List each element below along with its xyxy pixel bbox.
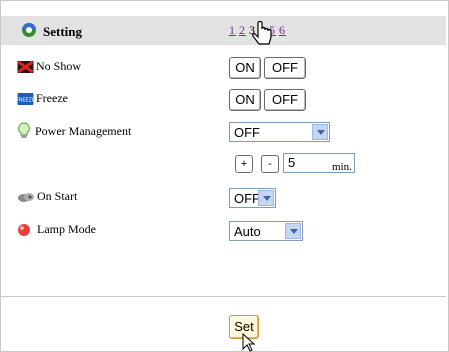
chevron-down-icon <box>285 223 301 239</box>
no-show-label: No Show <box>36 59 82 73</box>
settings-panel <box>0 0 449 352</box>
no-show-row-label: No Show <box>17 59 81 74</box>
no-show-icon <box>17 60 34 73</box>
on-start-row-label: On Start <box>17 189 77 204</box>
page-link-6[interactable]: 6 <box>279 23 286 37</box>
on-start-value: OFF <box>234 191 260 206</box>
on-start-icon <box>18 192 34 202</box>
minutes-increment-button[interactable]: + <box>235 155 253 173</box>
power-management-row-label: Power Management <box>17 122 131 140</box>
no-show-off-button[interactable]: OFF <box>264 57 306 79</box>
arrow-cursor-icon <box>242 333 256 352</box>
freeze-row-label: FREEZE Freeze <box>17 91 68 106</box>
chevron-down-icon <box>258 190 274 206</box>
hand-cursor-icon <box>252 21 272 45</box>
on-start-label: On Start <box>37 189 78 203</box>
minutes-decrement-button[interactable]: - <box>261 155 279 173</box>
freeze-on-button[interactable]: ON <box>229 89 261 111</box>
setting-icon <box>22 23 36 37</box>
divider <box>1 296 446 297</box>
lamp-mode-value: Auto <box>234 224 261 239</box>
minutes-unit: min. <box>332 161 352 173</box>
freeze-icon: FREEZE <box>17 92 34 105</box>
freeze-label: Freeze <box>36 91 68 105</box>
page-title: Setting <box>43 24 82 39</box>
no-show-on-button[interactable]: ON <box>229 57 261 79</box>
lamp-mode-row-label: Lamp Mode <box>17 222 96 237</box>
lightbulb-icon <box>18 122 30 138</box>
lamp-icon <box>18 223 30 236</box>
power-management-label: Power Management <box>35 123 132 138</box>
lamp-mode-label: Lamp Mode <box>37 222 96 236</box>
lamp-mode-select[interactable]: Auto <box>229 221 303 241</box>
page-link-2[interactable]: 2 <box>239 23 246 37</box>
chevron-down-icon <box>312 124 328 140</box>
power-management-value: OFF <box>234 125 260 140</box>
power-management-select[interactable]: OFF <box>229 122 330 142</box>
page-link-1[interactable]: 1 <box>229 23 236 37</box>
freeze-off-button[interactable]: OFF <box>264 89 306 111</box>
settings-header: Setting 123456 <box>1 16 446 45</box>
on-start-select[interactable]: OFF <box>229 188 276 208</box>
svg-text:FREEZE: FREEZE <box>17 97 34 103</box>
